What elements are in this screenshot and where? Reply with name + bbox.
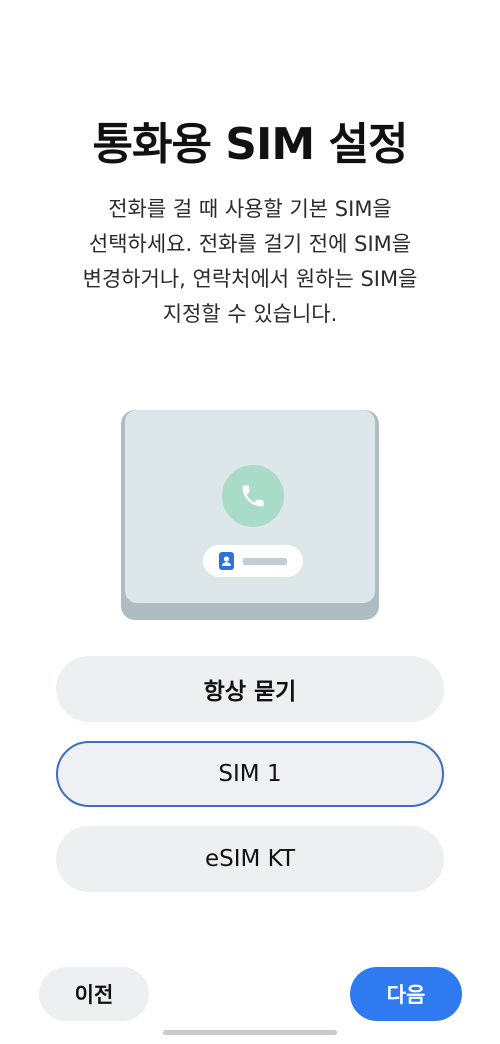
option-sim1-button[interactable]: SIM 1 [56, 741, 444, 807]
page-title: 통화용 SIM 설정 [92, 119, 409, 170]
contact-pill [203, 545, 303, 577]
option-label: 항상 묻기 [203, 679, 297, 705]
call-circle [222, 465, 284, 527]
next-button[interactable]: 다음 [350, 967, 462, 1021]
option-label: SIM 1 [218, 761, 282, 787]
contact-name-placeholder [243, 558, 287, 565]
phone-illustration [121, 410, 379, 620]
option-esim-kt-button[interactable]: eSIM KT [56, 826, 444, 892]
description-line: 변경하거나, 연락처에서 원하는 SIM을 [82, 267, 418, 291]
contact-card-icon [219, 552, 234, 570]
phone-screen [125, 410, 375, 603]
description-line: 지정할 수 있습니다. [162, 302, 338, 326]
description-line: 선택하세요. 전화를 걸기 전에 SIM을 [88, 232, 412, 256]
phone-call-icon [242, 485, 264, 507]
description-text: 전화를 걸 때 사용할 기본 SIM을 선택하세요. 전화를 걸기 전에 SIM… [40, 192, 460, 332]
home-indicator[interactable] [163, 1030, 337, 1035]
option-always-ask-button[interactable]: 항상 묻기 [56, 656, 444, 722]
description-line: 전화를 걸 때 사용할 기본 SIM을 [108, 197, 392, 221]
option-label: eSIM KT [204, 846, 296, 872]
previous-button[interactable]: 이전 [39, 967, 149, 1021]
